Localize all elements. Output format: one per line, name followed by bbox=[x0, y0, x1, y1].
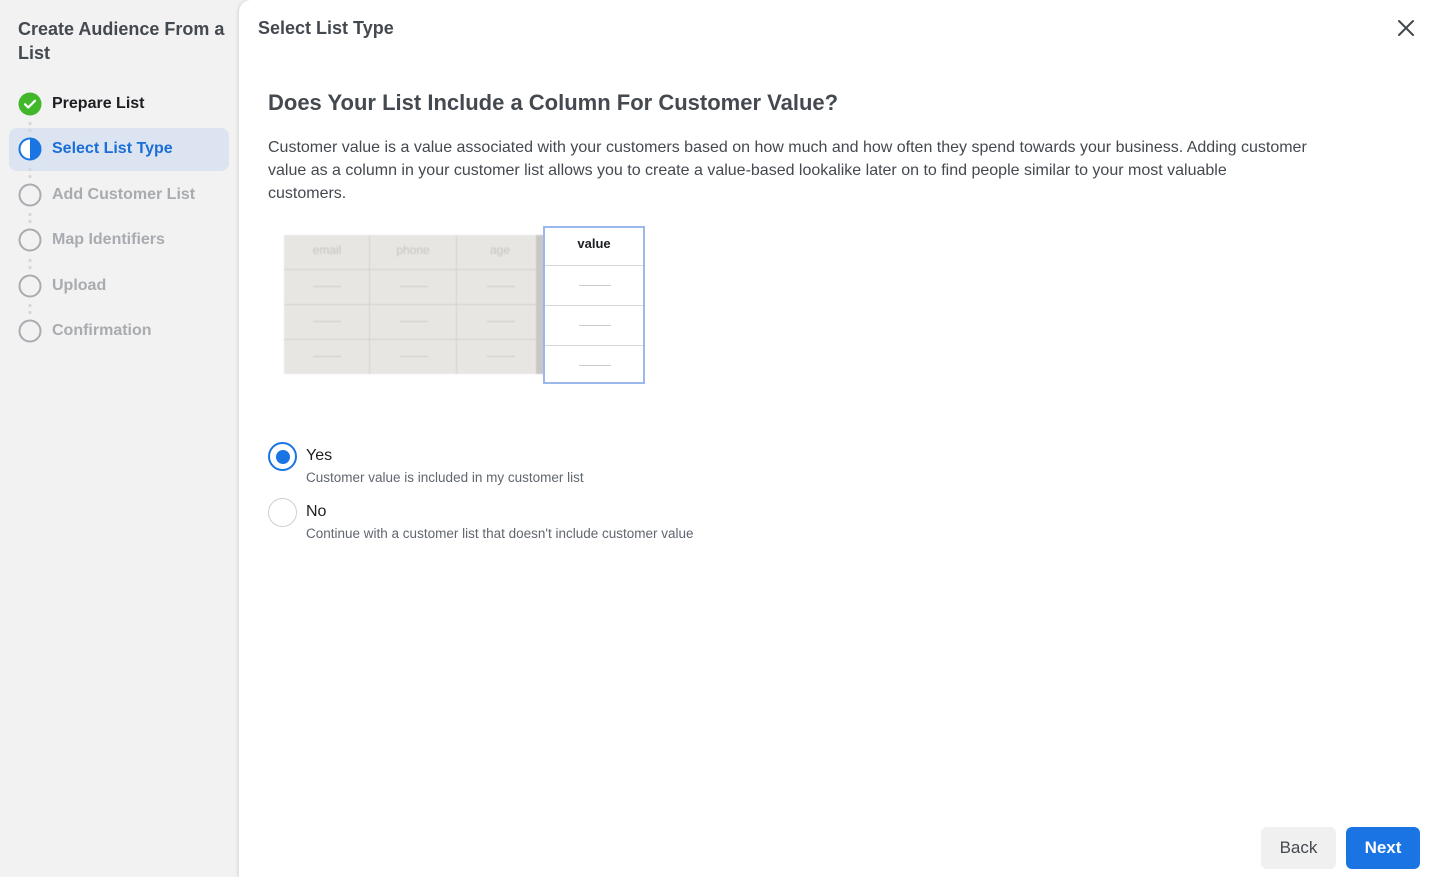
option-description: Continue with a customer list that doesn… bbox=[306, 526, 694, 541]
column-header: age bbox=[489, 243, 511, 257]
step-list: Prepare List Select List Type Add Custom… bbox=[9, 82, 229, 355]
back-button[interactable]: Back bbox=[1261, 827, 1336, 869]
wizard-sidebar: Create Audience From a List Prepare List… bbox=[0, 0, 240, 877]
step-label: Map Identifiers bbox=[52, 231, 165, 248]
sidebar-title: Create Audience From a List bbox=[18, 19, 225, 63]
option-label: Yes bbox=[306, 447, 333, 464]
step-connector bbox=[28, 302, 32, 316]
step-connector bbox=[28, 211, 32, 225]
step-connector bbox=[28, 256, 32, 271]
step-connector bbox=[28, 120, 32, 134]
step-confirmation[interactable]: Confirmation bbox=[9, 310, 229, 353]
table-row-divider bbox=[284, 339, 536, 340]
sample-table: email phone age bbox=[284, 235, 544, 374]
placeholder-dash bbox=[487, 321, 515, 322]
step-label: Upload bbox=[52, 276, 107, 294]
value-cell bbox=[545, 266, 643, 306]
close-icon bbox=[1395, 20, 1417, 43]
table-row-divider bbox=[284, 304, 536, 305]
placeholder-dash bbox=[487, 286, 515, 287]
check-circle-icon bbox=[18, 92, 42, 116]
empty-circle-icon bbox=[18, 228, 42, 252]
empty-circle-icon bbox=[18, 319, 42, 343]
step-label: Add Customer List bbox=[52, 185, 196, 203]
step-select-list-type[interactable]: Select List Type bbox=[9, 127, 229, 180]
empty-circle-icon bbox=[18, 183, 42, 207]
placeholder-dash bbox=[487, 356, 515, 357]
step-connector bbox=[28, 165, 32, 180]
main-panel: Select List Type Does Your List Include … bbox=[239, 0, 1436, 877]
table-row-divider bbox=[284, 269, 536, 270]
step-label: Select List Type bbox=[52, 140, 173, 157]
description-text: Customer value is a value associated wit… bbox=[268, 139, 1307, 202]
radio-no[interactable] bbox=[268, 498, 297, 527]
column-header: email bbox=[312, 243, 342, 257]
placeholder-dash bbox=[313, 321, 341, 322]
step-label: Prepare List bbox=[52, 94, 145, 112]
highlighted-value-column: value bbox=[543, 226, 645, 384]
option-description: Customer value is included in my custome… bbox=[306, 470, 584, 485]
step-upload[interactable]: Upload bbox=[9, 264, 229, 316]
placeholder-dash bbox=[313, 286, 341, 287]
step-add-customer-list[interactable]: Add Customer List bbox=[9, 173, 229, 225]
step-label: Confirmation bbox=[52, 322, 152, 339]
placeholder-dash bbox=[313, 356, 341, 357]
step-map-identifiers[interactable]: Map Identifiers bbox=[9, 219, 229, 271]
question-heading: Does Your List Include a Column For Cust… bbox=[268, 90, 839, 115]
radio-yes[interactable] bbox=[268, 442, 297, 471]
placeholder-dash bbox=[400, 286, 428, 287]
step-prepare-list[interactable]: Prepare List bbox=[9, 82, 229, 134]
option-label: No bbox=[306, 503, 327, 520]
panel-title: Select List Type bbox=[258, 18, 394, 38]
placeholder-dash bbox=[400, 356, 428, 357]
value-column-illustration: email phone age value bbox=[284, 225, 646, 387]
placeholder-dash bbox=[400, 321, 428, 322]
next-button[interactable]: Next bbox=[1346, 827, 1420, 869]
half-circle-icon bbox=[18, 137, 42, 161]
column-header: phone bbox=[396, 243, 430, 257]
close-button[interactable] bbox=[1395, 17, 1417, 39]
empty-circle-icon bbox=[18, 274, 42, 298]
value-column-header: value bbox=[545, 228, 643, 266]
value-cell bbox=[545, 346, 643, 386]
value-cell bbox=[545, 306, 643, 346]
